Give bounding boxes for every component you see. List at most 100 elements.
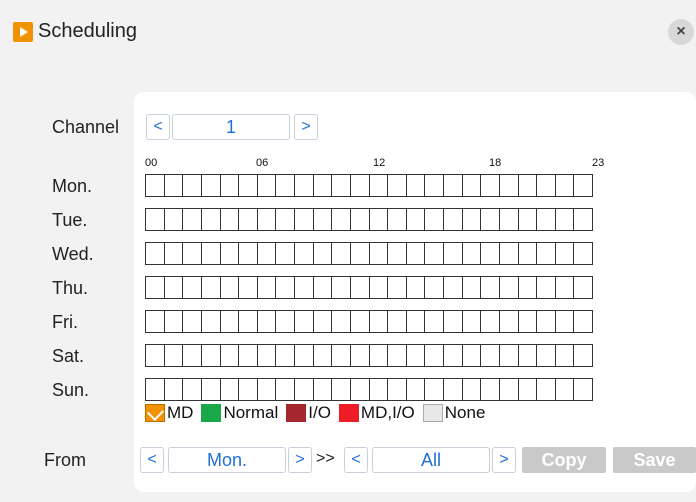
schedule-cell[interactable] bbox=[294, 310, 314, 333]
legend-normal[interactable]: Normal bbox=[201, 403, 278, 423]
md-io-swatch-icon[interactable] bbox=[338, 404, 359, 422]
schedule-cell[interactable] bbox=[443, 208, 463, 231]
schedule-cell[interactable] bbox=[461, 242, 482, 265]
schedule-cell[interactable] bbox=[498, 310, 519, 333]
schedule-cell[interactable] bbox=[312, 378, 333, 401]
schedule-cell[interactable] bbox=[200, 344, 221, 367]
schedule-cell[interactable] bbox=[219, 276, 240, 299]
schedule-cell[interactable] bbox=[163, 174, 184, 197]
schedule-cell[interactable] bbox=[498, 276, 519, 299]
schedule-cell[interactable] bbox=[256, 378, 277, 401]
schedule-cell[interactable] bbox=[219, 378, 240, 401]
copy-button[interactable]: Copy bbox=[522, 447, 606, 473]
schedule-cell[interactable] bbox=[387, 310, 407, 333]
schedule-cell[interactable] bbox=[275, 242, 295, 265]
schedule-cell[interactable] bbox=[145, 344, 165, 367]
schedule-cell[interactable] bbox=[480, 208, 500, 231]
schedule-cell[interactable] bbox=[182, 310, 202, 333]
schedule-cell[interactable] bbox=[145, 310, 165, 333]
schedule-cell[interactable] bbox=[256, 276, 277, 299]
schedule-cell[interactable] bbox=[424, 208, 444, 231]
schedule-cell[interactable] bbox=[145, 242, 165, 265]
schedule-cell[interactable] bbox=[480, 276, 500, 299]
schedule-cell[interactable] bbox=[294, 208, 314, 231]
channel-prev-button[interactable]: < bbox=[146, 114, 170, 140]
schedule-cell[interactable] bbox=[405, 208, 426, 231]
schedule-cell[interactable] bbox=[554, 310, 575, 333]
schedule-cell[interactable] bbox=[554, 276, 575, 299]
schedule-cell[interactable] bbox=[145, 276, 165, 299]
schedule-cell[interactable] bbox=[182, 174, 202, 197]
schedule-cell[interactable] bbox=[443, 174, 463, 197]
schedule-cell[interactable] bbox=[387, 344, 407, 367]
schedule-cell[interactable] bbox=[294, 378, 314, 401]
schedule-cell[interactable] bbox=[573, 310, 593, 333]
schedule-cell[interactable] bbox=[517, 310, 538, 333]
schedule-cell[interactable] bbox=[554, 208, 575, 231]
schedule-cell[interactable] bbox=[349, 174, 370, 197]
schedule-cell[interactable] bbox=[368, 344, 389, 367]
schedule-cell[interactable] bbox=[405, 310, 426, 333]
schedule-cell[interactable] bbox=[238, 174, 258, 197]
schedule-cell[interactable] bbox=[312, 276, 333, 299]
schedule-cell[interactable] bbox=[536, 310, 556, 333]
schedule-cell[interactable] bbox=[536, 242, 556, 265]
schedule-cell[interactable] bbox=[238, 310, 258, 333]
schedule-cell[interactable] bbox=[331, 276, 351, 299]
schedule-cell[interactable] bbox=[294, 174, 314, 197]
schedule-cell[interactable] bbox=[275, 344, 295, 367]
schedule-cell[interactable] bbox=[200, 276, 221, 299]
schedule-cell[interactable] bbox=[554, 344, 575, 367]
from-day-value[interactable]: Mon. bbox=[168, 447, 286, 473]
schedule-cell[interactable] bbox=[461, 276, 482, 299]
schedule-cell[interactable] bbox=[238, 276, 258, 299]
schedule-cell[interactable] bbox=[349, 378, 370, 401]
schedule-cell[interactable] bbox=[163, 310, 184, 333]
schedule-cell[interactable] bbox=[163, 276, 184, 299]
schedule-cell[interactable] bbox=[275, 276, 295, 299]
schedule-cell[interactable] bbox=[405, 242, 426, 265]
schedule-cell[interactable] bbox=[275, 208, 295, 231]
schedule-cell[interactable] bbox=[498, 344, 519, 367]
schedule-cell[interactable] bbox=[331, 378, 351, 401]
schedule-cell[interactable] bbox=[200, 378, 221, 401]
schedule-cell[interactable] bbox=[219, 310, 240, 333]
schedule-cell[interactable] bbox=[294, 344, 314, 367]
schedule-cell[interactable] bbox=[498, 208, 519, 231]
schedule-cell[interactable] bbox=[219, 242, 240, 265]
schedule-cell[interactable] bbox=[368, 242, 389, 265]
to-prev-button[interactable]: < bbox=[344, 447, 368, 473]
schedule-cell[interactable] bbox=[182, 378, 202, 401]
schedule-cell[interactable] bbox=[517, 378, 538, 401]
schedule-cell[interactable] bbox=[480, 310, 500, 333]
save-button[interactable]: Save bbox=[613, 447, 696, 473]
schedule-cell[interactable] bbox=[517, 276, 538, 299]
schedule-cell[interactable] bbox=[461, 174, 482, 197]
schedule-cell[interactable] bbox=[331, 208, 351, 231]
schedule-cell[interactable] bbox=[461, 310, 482, 333]
schedule-cell[interactable] bbox=[349, 276, 370, 299]
from-prev-button[interactable]: < bbox=[140, 447, 164, 473]
schedule-cell[interactable] bbox=[182, 276, 202, 299]
schedule-cell[interactable] bbox=[443, 242, 463, 265]
legend-md[interactable]: MD bbox=[145, 403, 193, 423]
schedule-cell[interactable] bbox=[349, 310, 370, 333]
from-next-button[interactable]: > bbox=[288, 447, 312, 473]
schedule-cell[interactable] bbox=[331, 242, 351, 265]
schedule-cell[interactable] bbox=[536, 174, 556, 197]
schedule-cell[interactable] bbox=[536, 344, 556, 367]
schedule-cell[interactable] bbox=[443, 310, 463, 333]
schedule-cell[interactable] bbox=[275, 378, 295, 401]
schedule-cell[interactable] bbox=[163, 208, 184, 231]
schedule-cell[interactable] bbox=[182, 242, 202, 265]
schedule-cell[interactable] bbox=[275, 174, 295, 197]
schedule-cell[interactable] bbox=[349, 242, 370, 265]
schedule-cell[interactable] bbox=[349, 208, 370, 231]
schedule-cell[interactable] bbox=[517, 344, 538, 367]
schedule-cell[interactable] bbox=[573, 174, 593, 197]
schedule-cell[interactable] bbox=[405, 378, 426, 401]
schedule-cell[interactable] bbox=[424, 242, 444, 265]
schedule-cell[interactable] bbox=[573, 276, 593, 299]
schedule-cell[interactable] bbox=[554, 174, 575, 197]
schedule-cell[interactable] bbox=[387, 174, 407, 197]
